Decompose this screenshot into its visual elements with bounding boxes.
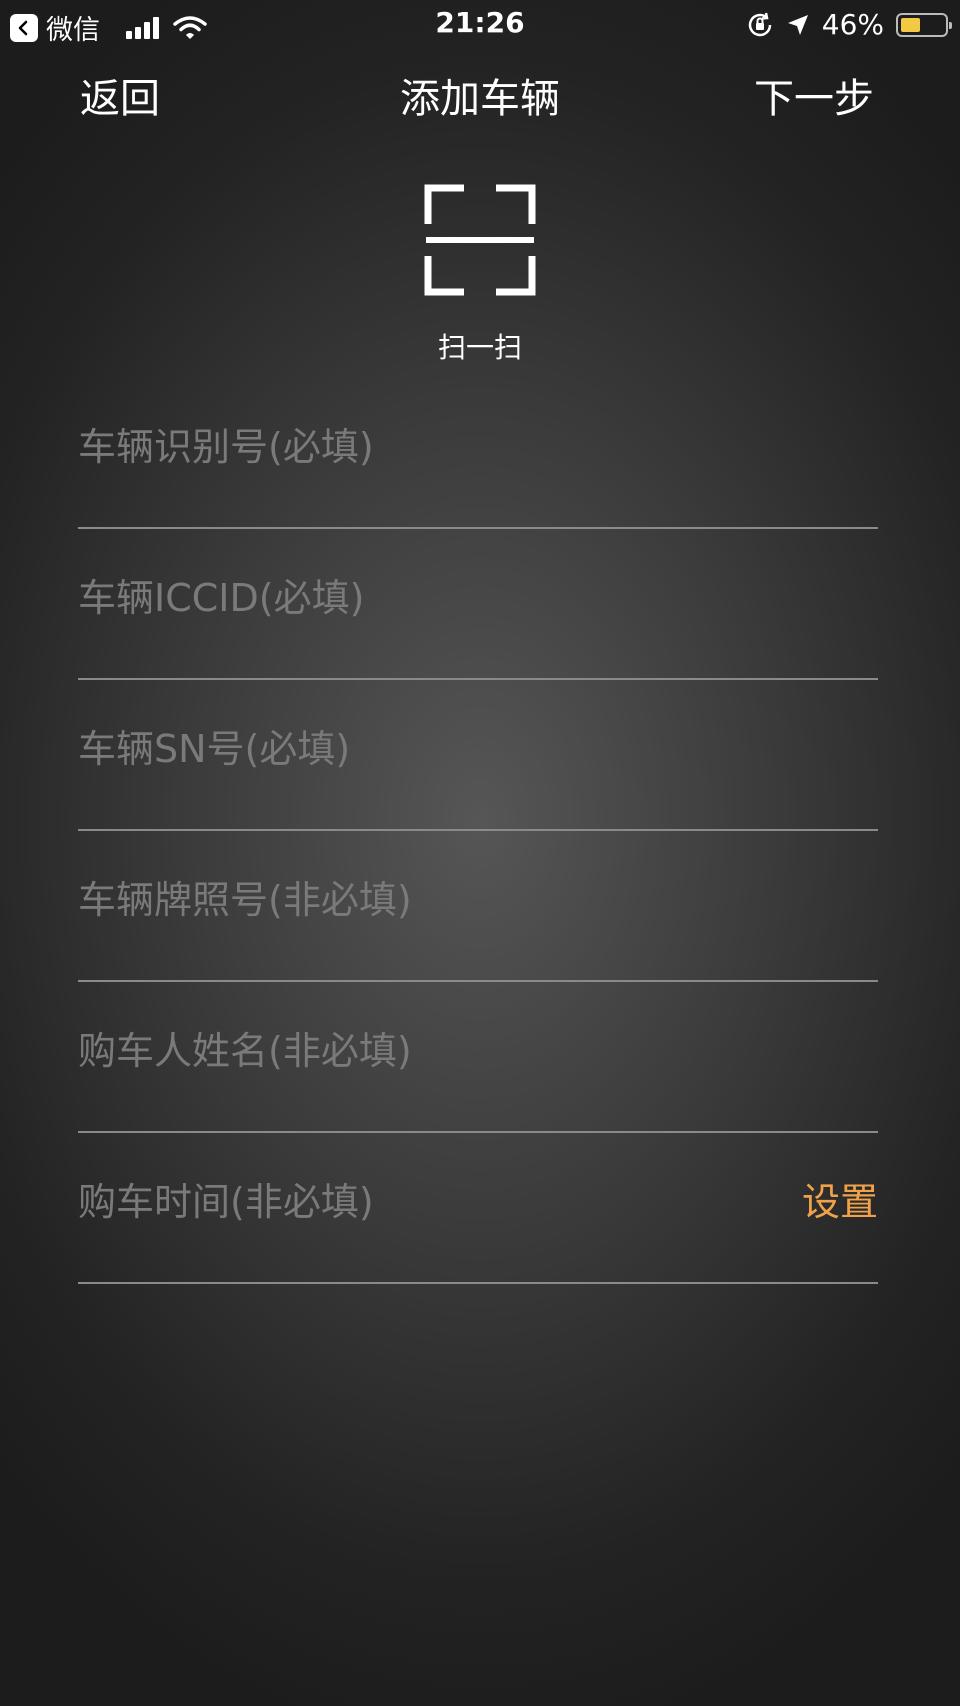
orientation-lock-icon — [748, 12, 772, 36]
battery-percent: 46% — [821, 8, 884, 41]
battery-icon — [896, 12, 952, 37]
purchase-time-label: 购车时间(非必填) — [78, 1180, 374, 1224]
next-step-button[interactable]: 下一步 — [754, 66, 874, 124]
status-bar: 微信 21:26 46% — [0, 0, 960, 48]
status-right: 46% — [746, 8, 952, 41]
battery-level-fill — [901, 17, 920, 32]
license-plate-field[interactable]: 车辆牌照号(非必填) — [78, 829, 878, 982]
scan-icon — [424, 184, 536, 296]
set-purchase-time-button[interactable]: 设置 — [802, 1171, 878, 1226]
vin-field[interactable]: 车辆识别号(必填) — [78, 376, 878, 529]
vin-placeholder: 车辆识别号(必填) — [78, 425, 374, 469]
buyer-name-field[interactable]: 购车人姓名(非必填) — [78, 980, 878, 1133]
purchase-time-field: 购车时间(非必填) 设置 — [78, 1131, 878, 1284]
buyer-name-placeholder: 购车人姓名(非必填) — [78, 1029, 412, 1073]
iccid-placeholder: 车辆ICCID(必填) — [78, 576, 365, 620]
sn-placeholder: 车辆SN号(必填) — [78, 727, 351, 771]
license-plate-placeholder: 车辆牌照号(非必填) — [78, 878, 412, 922]
scan-button[interactable]: 扫一扫 — [420, 184, 540, 374]
location-arrow-icon — [787, 14, 808, 35]
scan-label: 扫一扫 — [437, 331, 522, 364]
sn-field[interactable]: 车辆SN号(必填) — [78, 678, 878, 831]
navigation-bar: 返回 添加车辆 下一步 — [0, 60, 960, 124]
iccid-field[interactable]: 车辆ICCID(必填) — [78, 527, 878, 680]
back-button[interactable]: 返回 — [80, 66, 160, 124]
